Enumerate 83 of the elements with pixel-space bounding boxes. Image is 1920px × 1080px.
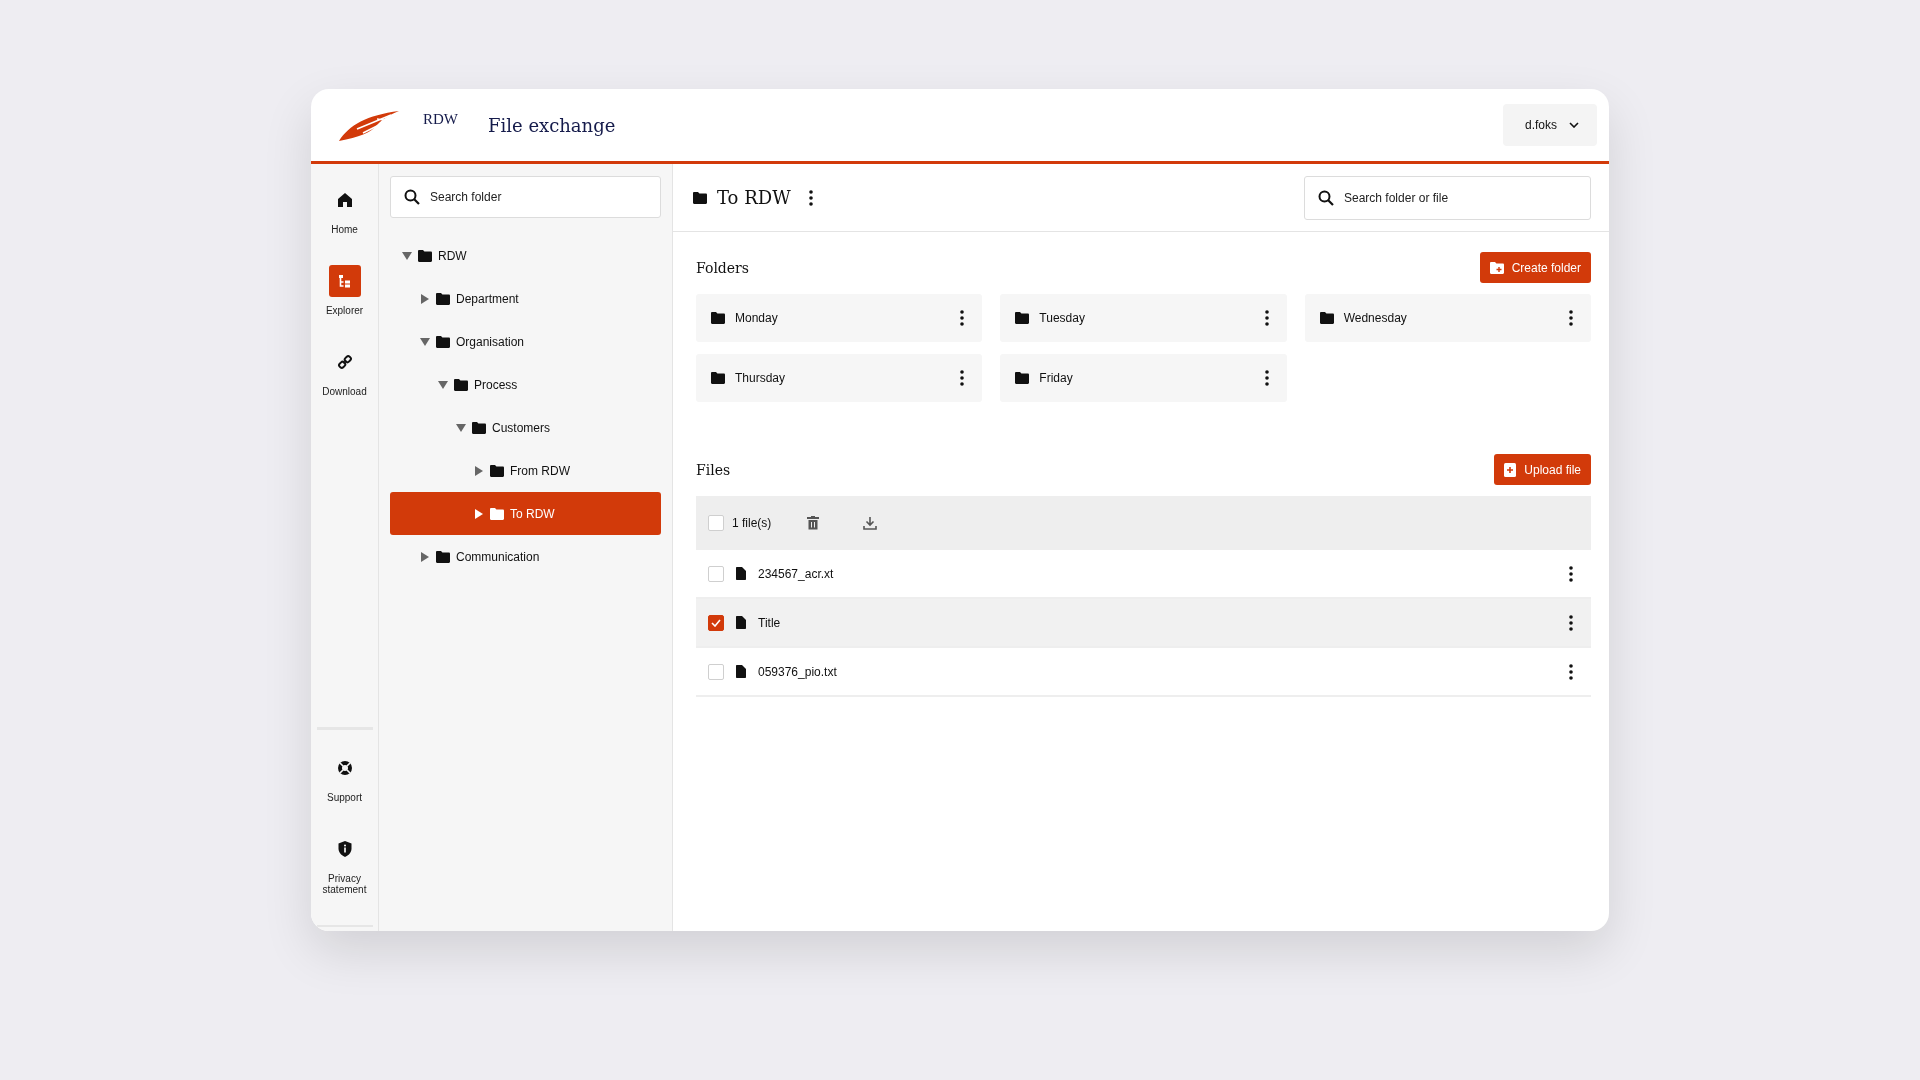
more-options-icon[interactable]: [1569, 310, 1573, 326]
folder-tree-item[interactable]: To RDW: [390, 492, 661, 535]
folder-icon: [436, 335, 450, 348]
section-heading: Files: [696, 461, 731, 478]
folder-tree-item[interactable]: Organisation: [390, 320, 661, 363]
brand-name: RDW: [423, 110, 458, 128]
folder-icon: [711, 312, 725, 324]
download-icon[interactable]: [863, 516, 878, 530]
collapse-caret-icon[interactable]: [456, 422, 466, 433]
file-row[interactable]: 059376_pio.txt: [696, 648, 1591, 697]
folder-tree-item[interactable]: From RDW: [390, 449, 661, 492]
more-options-icon[interactable]: [1264, 370, 1269, 386]
shield-icon: [336, 841, 353, 857]
user-menu[interactable]: d.foks: [1503, 104, 1597, 146]
more-options-icon[interactable]: [1569, 663, 1573, 680]
section-heading: Folders: [696, 259, 749, 276]
folder-icon: [454, 378, 468, 391]
nav-item[interactable]: Explorer: [312, 265, 377, 316]
folder-icon: [1319, 312, 1334, 324]
folder-card[interactable]: Thursday: [696, 354, 983, 402]
select-all-checkbox[interactable]: [708, 515, 724, 531]
folder-icon: [436, 292, 450, 305]
file-name: Title: [758, 615, 782, 630]
home-icon: [336, 192, 353, 208]
folder-tree-item[interactable]: Communication: [390, 535, 661, 578]
tree-icon: [336, 273, 353, 289]
file-name: 059376_pio.txt: [758, 664, 838, 679]
folder-card[interactable]: Friday: [1000, 354, 1287, 402]
lifebuoy-icon: [336, 760, 353, 776]
collapse-caret-icon[interactable]: [438, 379, 448, 390]
expand-caret-icon[interactable]: [474, 465, 484, 476]
nav-item[interactable]: Home: [312, 184, 377, 235]
search-icon: [1318, 189, 1334, 206]
folder-icon: [693, 191, 707, 204]
app-title: File exchange: [488, 114, 616, 136]
folder-tree-item[interactable]: Department: [390, 277, 661, 320]
folder-tree-item[interactable]: Customers: [390, 406, 661, 449]
folder-icon: [490, 507, 504, 520]
file-icon: [736, 665, 746, 678]
upload-file-button[interactable]: Upload file: [1494, 454, 1591, 485]
link-icon: [336, 354, 353, 370]
file-icon: [736, 616, 746, 629]
folder-tree-item[interactable]: RDW: [390, 234, 661, 277]
folder-card[interactable]: Wednesday: [1304, 294, 1591, 342]
folder-icon: [1015, 372, 1030, 384]
folder-card[interactable]: Tuesday: [1000, 294, 1287, 342]
checkbox[interactable]: [708, 614, 724, 631]
file-name: 234567_acr.xt: [758, 566, 835, 581]
expand-caret-icon[interactable]: [474, 508, 484, 519]
file-count: 1 file(s): [732, 516, 772, 530]
nav-item[interactable]: Privacy statement: [312, 833, 377, 895]
collapse-caret-icon[interactable]: [402, 250, 412, 261]
folder-card[interactable]: Monday: [696, 294, 983, 342]
check-icon: [711, 618, 721, 627]
folder-plus-icon: [1489, 261, 1504, 274]
folder-icon: [1015, 312, 1030, 324]
create-folder-button[interactable]: Create folder: [1479, 252, 1591, 283]
nav-item[interactable]: Download: [312, 346, 377, 397]
file-row[interactable]: Title: [696, 599, 1591, 648]
folder-icon: [436, 550, 450, 563]
more-options-icon[interactable]: [960, 310, 965, 326]
collapse-caret-icon[interactable]: [420, 336, 430, 347]
chevron-down-icon: [1569, 122, 1579, 128]
more-options-icon[interactable]: [1264, 310, 1269, 326]
more-options-icon[interactable]: [808, 189, 813, 206]
folder-tree-item[interactable]: Process: [390, 363, 661, 406]
file-icon: [736, 567, 746, 580]
folder-icon: [418, 249, 432, 262]
more-options-icon[interactable]: [1569, 565, 1573, 582]
more-options-icon[interactable]: [1569, 614, 1573, 631]
file-plus-icon: [1504, 462, 1517, 477]
nav-item[interactable]: Support: [312, 752, 377, 803]
folder-icon: [472, 421, 486, 434]
expand-caret-icon[interactable]: [420, 293, 430, 304]
more-options-icon[interactable]: [960, 370, 965, 386]
expand-caret-icon[interactable]: [420, 551, 430, 562]
folder-search-field[interactable]: Search folder: [390, 176, 661, 218]
folder-icon: [490, 464, 504, 477]
folder-icon: [711, 372, 725, 384]
folder-title: To RDW: [717, 187, 791, 208]
search-field[interactable]: Search folder or file: [1304, 175, 1591, 220]
delete-icon[interactable]: [807, 516, 820, 530]
search-icon: [404, 189, 420, 205]
